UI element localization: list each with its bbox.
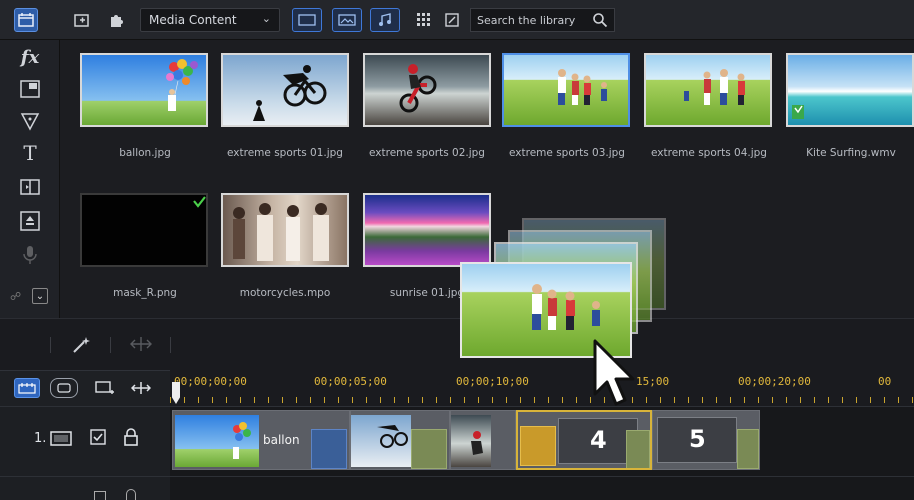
thumb-ballon[interactable] [80, 53, 208, 127]
ruler-ticks [170, 397, 914, 403]
transition-block[interactable] [520, 426, 556, 466]
thumb-label: Kite Surfing.wmv [806, 147, 896, 159]
plugin-puzzle-icon[interactable] [104, 8, 128, 32]
particle-icon[interactable] [16, 108, 44, 134]
title-text-icon[interactable]: T [16, 140, 44, 166]
clip-thumbnail [351, 415, 411, 467]
room-tool-column: fx T ☍ ⌄ [0, 40, 60, 318]
chevron-down-icon: ⌄ [261, 12, 271, 25]
track-enable-checkbox[interactable] [94, 491, 106, 500]
clip-thumbnail [451, 415, 491, 467]
timeline-clip-5[interactable]: 5 [652, 410, 760, 470]
transition-block[interactable] [737, 429, 759, 469]
fit-timeline-icon[interactable] [128, 378, 154, 398]
menu-design-icon[interactable] [16, 208, 44, 234]
thumb-extreme-sports-04[interactable] [644, 53, 772, 127]
import-media-icon[interactable] [70, 8, 94, 32]
grid-view-icon[interactable] [412, 8, 436, 32]
key-icon[interactable]: ☍ [10, 290, 21, 303]
thumb-extreme-sports-01[interactable] [221, 53, 349, 127]
video-filter-icon[interactable] [292, 8, 322, 32]
timeline-clip-extreme-01[interactable] [350, 410, 450, 470]
clip-title: ballon [263, 433, 300, 447]
search-icon[interactable] [588, 8, 612, 32]
ruler-label: 00;00;05;00 [314, 375, 387, 388]
fx-effects-icon[interactable]: fx [16, 44, 44, 70]
magic-tools-icon[interactable] [72, 336, 92, 358]
pip-overlay-icon[interactable] [16, 76, 44, 102]
thumb-label: extreme sports 01.jpg [227, 147, 343, 159]
thumb-label: extreme sports 02.jpg [369, 147, 485, 159]
transition-block[interactable] [411, 429, 447, 469]
thumb-label: extreme sports 03.jpg [509, 147, 625, 159]
transition-block[interactable] [626, 430, 650, 468]
add-track-icon[interactable] [92, 378, 118, 398]
used-check-icon [193, 196, 206, 208]
thumb-extreme-sports-02[interactable] [363, 53, 491, 127]
clip-number: 4 [590, 426, 607, 454]
search-placeholder: Search the library [477, 14, 576, 27]
lock-icon[interactable] [122, 427, 140, 451]
split-icon[interactable] [130, 336, 152, 356]
thumb-kite-surfing[interactable] [786, 53, 914, 127]
track-2-header [0, 476, 170, 500]
ruler-label: 00;00;10;00 [456, 375, 529, 388]
timeline-clip-extreme-02[interactable] [450, 410, 516, 470]
dropdown-value: Media Content [149, 13, 237, 27]
video-track-icon[interactable] [50, 429, 72, 451]
fullscreen-icon[interactable] [440, 8, 464, 32]
thumb-label: motorcycles.mpo [239, 287, 331, 299]
timeline-ruler[interactable]: 00;00;00;00 00;00;05;00 00;00;10;00 15;0… [170, 370, 914, 406]
ruler-label: 00 [878, 375, 892, 388]
more-tools-chevron-icon[interactable]: ⌄ [32, 288, 48, 304]
track-enable-checkbox[interactable] [90, 429, 106, 449]
ruler-label: 00;00;20;00 [738, 375, 811, 388]
divider [170, 337, 171, 353]
thumb-mask-r[interactable] [80, 193, 208, 267]
edit-toolbar [0, 318, 914, 370]
transition-block[interactable] [311, 429, 347, 469]
top-toolbar: Media Content ⌄ Search the library [0, 0, 914, 40]
divider [110, 337, 111, 353]
thumb-label: mask_R.png [113, 287, 177, 299]
divider [50, 337, 51, 353]
thumb-sunrise-01[interactable] [363, 193, 491, 267]
image-filter-icon[interactable] [332, 8, 362, 32]
ruler-label: 00;00;00;00 [174, 375, 247, 388]
thumb-motorcycles[interactable] [221, 193, 349, 267]
thumb-extreme-sports-03[interactable] [502, 53, 630, 127]
content-type-dropdown[interactable]: Media Content ⌄ [140, 8, 280, 32]
timeline-view-icon[interactable] [14, 378, 40, 398]
microphone-icon[interactable] [16, 242, 44, 268]
timeline-clip-ballon[interactable]: ballon [172, 410, 350, 470]
timeline-tools [0, 370, 170, 406]
mouse-pointer-icon [593, 339, 635, 406]
thumb-label: extreme sports 04.jpg [651, 147, 767, 159]
transition-icon[interactable] [16, 174, 44, 200]
calendar-icon[interactable] [14, 8, 38, 32]
thumb-label: ballon.jpg [119, 147, 171, 159]
track-1-header: 1. [0, 406, 170, 476]
storyboard-view-icon[interactable] [50, 378, 78, 398]
clip-thumbnail [175, 415, 259, 467]
timeline-clip-selected[interactable]: 4 [516, 410, 652, 470]
ruler-label: 15;00 [636, 375, 670, 388]
track-number: 1. [34, 431, 47, 446]
clip-number: 5 [689, 425, 706, 453]
audio-filter-icon[interactable] [370, 8, 400, 32]
video-track-2[interactable] [170, 476, 914, 500]
lock-icon[interactable] [126, 489, 136, 500]
